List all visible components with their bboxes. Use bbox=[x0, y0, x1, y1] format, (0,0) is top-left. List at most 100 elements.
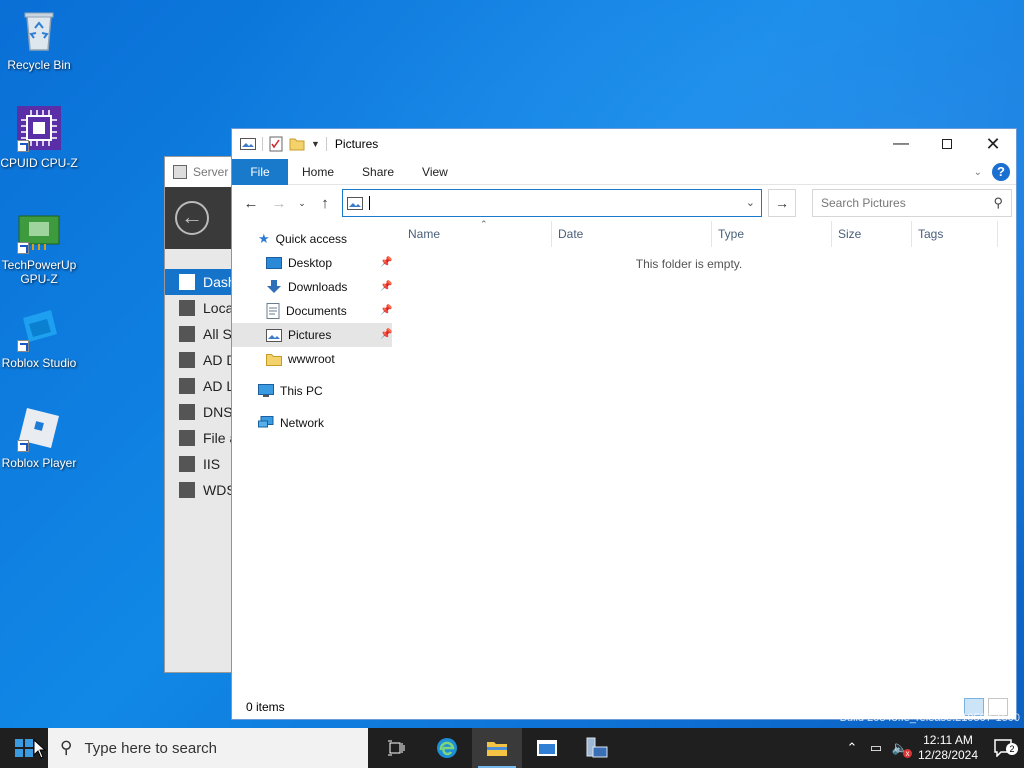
window-controls: — ✕ bbox=[878, 129, 1016, 159]
nav-label: This PC bbox=[280, 384, 323, 398]
arrow-right-icon: → bbox=[775, 195, 789, 211]
tab-share[interactable]: Share bbox=[348, 159, 408, 185]
desktop-icon-gpuz[interactable]: TechPowerUp GPU-Z bbox=[0, 206, 78, 286]
file-explorer-window[interactable]: ▼ Pictures — ✕ File Home Share View ⌄ ? … bbox=[231, 128, 1017, 720]
volume-muted-icon[interactable]: 🔈 x bbox=[888, 740, 912, 758]
mouse-cursor-icon bbox=[33, 739, 47, 759]
task-view-icon bbox=[388, 740, 405, 756]
ribbon-right-controls: ⌄ ? bbox=[974, 163, 1010, 181]
desktop-icon-roblox-studio[interactable]: Roblox Studio bbox=[0, 304, 78, 370]
dns-icon bbox=[179, 404, 195, 420]
minimize-button[interactable]: — bbox=[878, 129, 924, 159]
nav-this-pc[interactable]: This PC bbox=[232, 379, 392, 403]
pin-icon[interactable]: 📌 bbox=[380, 257, 392, 268]
file-list-pane[interactable]: ⌃ Name Date Type Size Tags This folder i… bbox=[392, 219, 1016, 683]
help-icon[interactable]: ? bbox=[992, 163, 1010, 181]
pictures-folder-icon bbox=[266, 328, 282, 342]
column-type[interactable]: Type bbox=[712, 221, 832, 247]
desktop-icon-recycle-bin[interactable]: Recycle Bin bbox=[0, 6, 78, 72]
iis-icon bbox=[179, 456, 195, 472]
properties-icon[interactable] bbox=[269, 136, 283, 152]
new-folder-icon[interactable] bbox=[289, 137, 305, 151]
up-button[interactable]: ↑ bbox=[314, 192, 336, 214]
roblox-studio-icon bbox=[15, 304, 63, 352]
tab-view[interactable]: View bbox=[408, 159, 462, 185]
sm-nav-label: Loca bbox=[203, 300, 234, 316]
address-toolbar: ← → ⌄ ↑ ⌄ → Search Pictures ⚲ bbox=[232, 185, 1016, 221]
clock-date: 12/28/2024 bbox=[917, 748, 979, 762]
forward-arrow-icon: → bbox=[271, 194, 287, 212]
windows-logo-icon bbox=[15, 739, 33, 757]
maximize-button[interactable] bbox=[924, 129, 970, 159]
column-name[interactable]: Name bbox=[402, 221, 552, 247]
up-arrow-icon: ↑ bbox=[321, 194, 329, 212]
minimize-icon: — bbox=[893, 135, 909, 152]
customize-toolbar-dropdown-icon[interactable]: ▼ bbox=[311, 139, 320, 149]
forward-button[interactable]: → bbox=[268, 192, 290, 214]
search-icon: ⚲ bbox=[993, 195, 1003, 210]
search-icon: ⚲ bbox=[60, 738, 73, 757]
taskbar-server-manager[interactable] bbox=[572, 728, 622, 768]
recent-locations-button[interactable]: ⌄ bbox=[296, 192, 308, 214]
system-tray: ⌃ ▭ 🔈 x 12:11 AM 12/28/2024 2 bbox=[840, 728, 1024, 768]
address-input[interactable]: ⌄ bbox=[342, 189, 762, 217]
task-view-button[interactable] bbox=[372, 728, 422, 768]
desktop-icon-roblox-player[interactable]: Roblox Player bbox=[0, 404, 78, 470]
nav-pictures[interactable]: Pictures 📌 bbox=[232, 323, 392, 347]
taskbar-edge[interactable] bbox=[422, 728, 472, 768]
nav-desktop[interactable]: Desktop 📌 bbox=[232, 251, 392, 275]
nav-quick-access[interactable]: ★ Quick access bbox=[232, 227, 392, 251]
back-arrow-icon[interactable]: ← bbox=[175, 201, 209, 235]
close-icon: ✕ bbox=[985, 133, 1001, 154]
address-dropdown-icon[interactable]: ⌄ bbox=[746, 196, 755, 209]
server-manager-icon bbox=[173, 165, 187, 179]
nav-label: Quick access bbox=[275, 232, 348, 246]
server-icon bbox=[179, 300, 195, 316]
pin-icon[interactable]: 📌 bbox=[380, 329, 392, 340]
column-tags[interactable]: Tags bbox=[912, 221, 998, 247]
desktop-icon-label: TechPowerUp GPU-Z bbox=[1, 258, 77, 286]
pictures-folder-icon bbox=[347, 196, 363, 210]
nav-label: Desktop bbox=[288, 256, 333, 270]
window-title: Pictures bbox=[334, 137, 379, 151]
directory-icon bbox=[179, 352, 195, 368]
close-button[interactable]: ✕ bbox=[970, 129, 1016, 159]
column-size[interactable]: Size bbox=[832, 221, 912, 247]
notification-center-button[interactable]: 2 bbox=[984, 739, 1024, 757]
taskbar-file-explorer[interactable] bbox=[472, 728, 522, 768]
chevron-up-icon: ⌃ bbox=[846, 740, 858, 755]
nav-label: Pictures bbox=[288, 328, 332, 342]
shortcut-arrow-icon bbox=[17, 340, 29, 352]
network-icon bbox=[258, 416, 274, 428]
nav-documents[interactable]: Documents 📌 bbox=[232, 299, 392, 323]
column-date[interactable]: Date bbox=[552, 221, 712, 247]
pin-icon[interactable]: 📌 bbox=[380, 305, 392, 316]
back-arrow-icon: ← bbox=[243, 194, 259, 212]
search-input[interactable]: Search Pictures ⚲ bbox=[812, 189, 1012, 217]
clock[interactable]: 12:11 AM 12/28/2024 bbox=[912, 733, 984, 763]
tab-home[interactable]: Home bbox=[288, 159, 348, 185]
nav-label: wwwroot bbox=[288, 352, 335, 366]
expand-ribbon-icon[interactable]: ⌄ bbox=[974, 167, 982, 178]
desktop-icon-cpuz[interactable]: CPUID CPU-Z bbox=[0, 104, 78, 170]
wds-icon bbox=[179, 482, 195, 498]
back-button[interactable]: ← bbox=[240, 192, 262, 214]
nav-wwwroot[interactable]: wwwroot bbox=[232, 347, 392, 371]
network-status-icon[interactable]: ▭ bbox=[864, 740, 888, 756]
tab-file[interactable]: File bbox=[232, 158, 288, 185]
taskbar-search-input[interactable]: ⚲ Type here to search bbox=[48, 728, 368, 768]
server-manager-icon bbox=[586, 737, 608, 758]
explorer-titlebar[interactable]: ▼ Pictures — ✕ bbox=[232, 129, 1016, 159]
pictures-folder-icon bbox=[240, 138, 256, 150]
go-button[interactable]: → bbox=[768, 189, 796, 217]
sm-nav-label: IIS bbox=[203, 456, 221, 472]
nav-network[interactable]: Network bbox=[232, 411, 392, 435]
file-storage-icon bbox=[179, 430, 195, 446]
servers-icon bbox=[179, 326, 195, 342]
nav-downloads[interactable]: Downloads 📌 bbox=[232, 275, 392, 299]
taskbar-pictures-window[interactable] bbox=[522, 728, 572, 768]
pin-icon[interactable]: 📌 bbox=[380, 281, 392, 292]
directory-icon bbox=[179, 378, 195, 394]
chevron-down-icon: ⌄ bbox=[298, 197, 306, 208]
show-hidden-icons-button[interactable]: ⌃ bbox=[840, 740, 864, 756]
